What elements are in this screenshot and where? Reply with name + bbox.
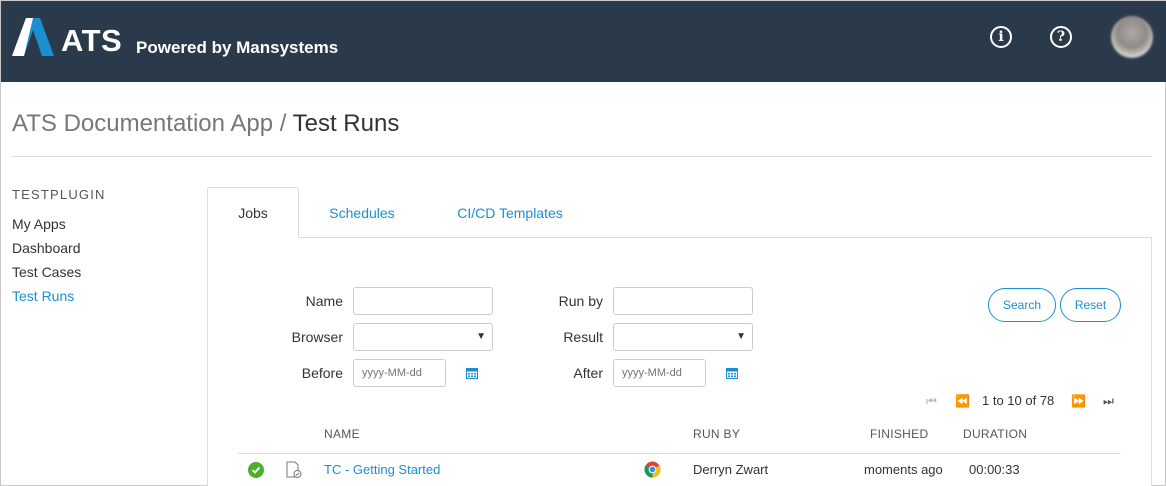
- previous-page-icon[interactable]: ⏪: [955, 394, 970, 408]
- column-header-duration[interactable]: DURATION: [963, 427, 1027, 441]
- logo-tagline: Powered by Mansystems: [136, 38, 339, 57]
- last-page-icon[interactable]: ⏭: [1103, 394, 1114, 409]
- logo-text: ATS: [61, 23, 123, 58]
- test-document-icon[interactable]: [285, 461, 303, 479]
- info-icon[interactable]: i: [990, 26, 1012, 48]
- browser-label: Browser: [291, 329, 343, 345]
- calendar-icon[interactable]: [466, 367, 478, 379]
- sidebar-item-my-apps[interactable]: My Apps: [12, 215, 66, 233]
- duration-cell: 00:00:33: [969, 462, 1020, 477]
- sidebar-item-test-runs[interactable]: Test Runs: [12, 287, 74, 305]
- name-label: Name: [305, 293, 343, 309]
- page-title: ATS Documentation App / Test Runs: [12, 109, 399, 139]
- table-header-divider: [238, 453, 1121, 454]
- run-by-input[interactable]: [613, 287, 753, 315]
- help-icon[interactable]: ?: [1050, 26, 1072, 48]
- run-by-cell: Derryn Zwart: [693, 462, 769, 477]
- column-header-run-by[interactable]: RUN BY: [693, 427, 740, 441]
- name-input[interactable]: [353, 287, 493, 315]
- reset-button[interactable]: Reset: [1060, 288, 1121, 322]
- passed-status-icon: [248, 462, 264, 478]
- title-divider: [12, 156, 1152, 157]
- finished-cell: moments ago: [864, 462, 943, 477]
- first-page-icon[interactable]: ⏮: [926, 394, 937, 409]
- search-button[interactable]: Search: [988, 288, 1056, 322]
- chevron-down-icon: ▼: [476, 331, 486, 342]
- breadcrumb-parent[interactable]: ATS Documentation App /: [12, 110, 286, 137]
- calendar-icon[interactable]: [726, 367, 738, 379]
- breadcrumb-current: Test Runs: [292, 110, 400, 137]
- sidebar-item-test-cases[interactable]: Test Cases: [12, 263, 81, 281]
- browser-select[interactable]: ▼: [353, 323, 493, 351]
- next-page-icon[interactable]: ⏩: [1071, 394, 1086, 408]
- chevron-down-icon: ▼: [736, 331, 746, 342]
- pagination-range: 1 to 10 of 78: [982, 393, 1055, 408]
- before-label: Before: [301, 365, 343, 381]
- sidebar-heading: TESTPLUGIN: [12, 187, 106, 202]
- user-avatar[interactable]: [1111, 16, 1153, 58]
- sidebar-item-dashboard[interactable]: Dashboard: [12, 239, 81, 257]
- after-date-input[interactable]: [613, 359, 706, 387]
- column-header-name[interactable]: NAME: [324, 427, 360, 441]
- top-navbar: ATS Powered by Mansystems i ?: [1, 1, 1166, 82]
- result-select[interactable]: ▼: [613, 323, 753, 351]
- chrome-icon: [644, 461, 661, 478]
- after-label: After: [573, 365, 603, 381]
- tab-cicd-templates[interactable]: CI/CD Templates: [449, 187, 571, 238]
- tab-schedules[interactable]: Schedules: [319, 187, 405, 238]
- tab-jobs[interactable]: Jobs: [207, 187, 299, 238]
- ats-logo-icon: [12, 18, 54, 56]
- run-by-label: Run by: [558, 293, 603, 309]
- before-date-input[interactable]: [353, 359, 446, 387]
- result-label: Result: [563, 329, 603, 345]
- column-header-finished[interactable]: FINISHED: [870, 427, 928, 441]
- test-run-name-link[interactable]: TC - Getting Started: [324, 462, 440, 478]
